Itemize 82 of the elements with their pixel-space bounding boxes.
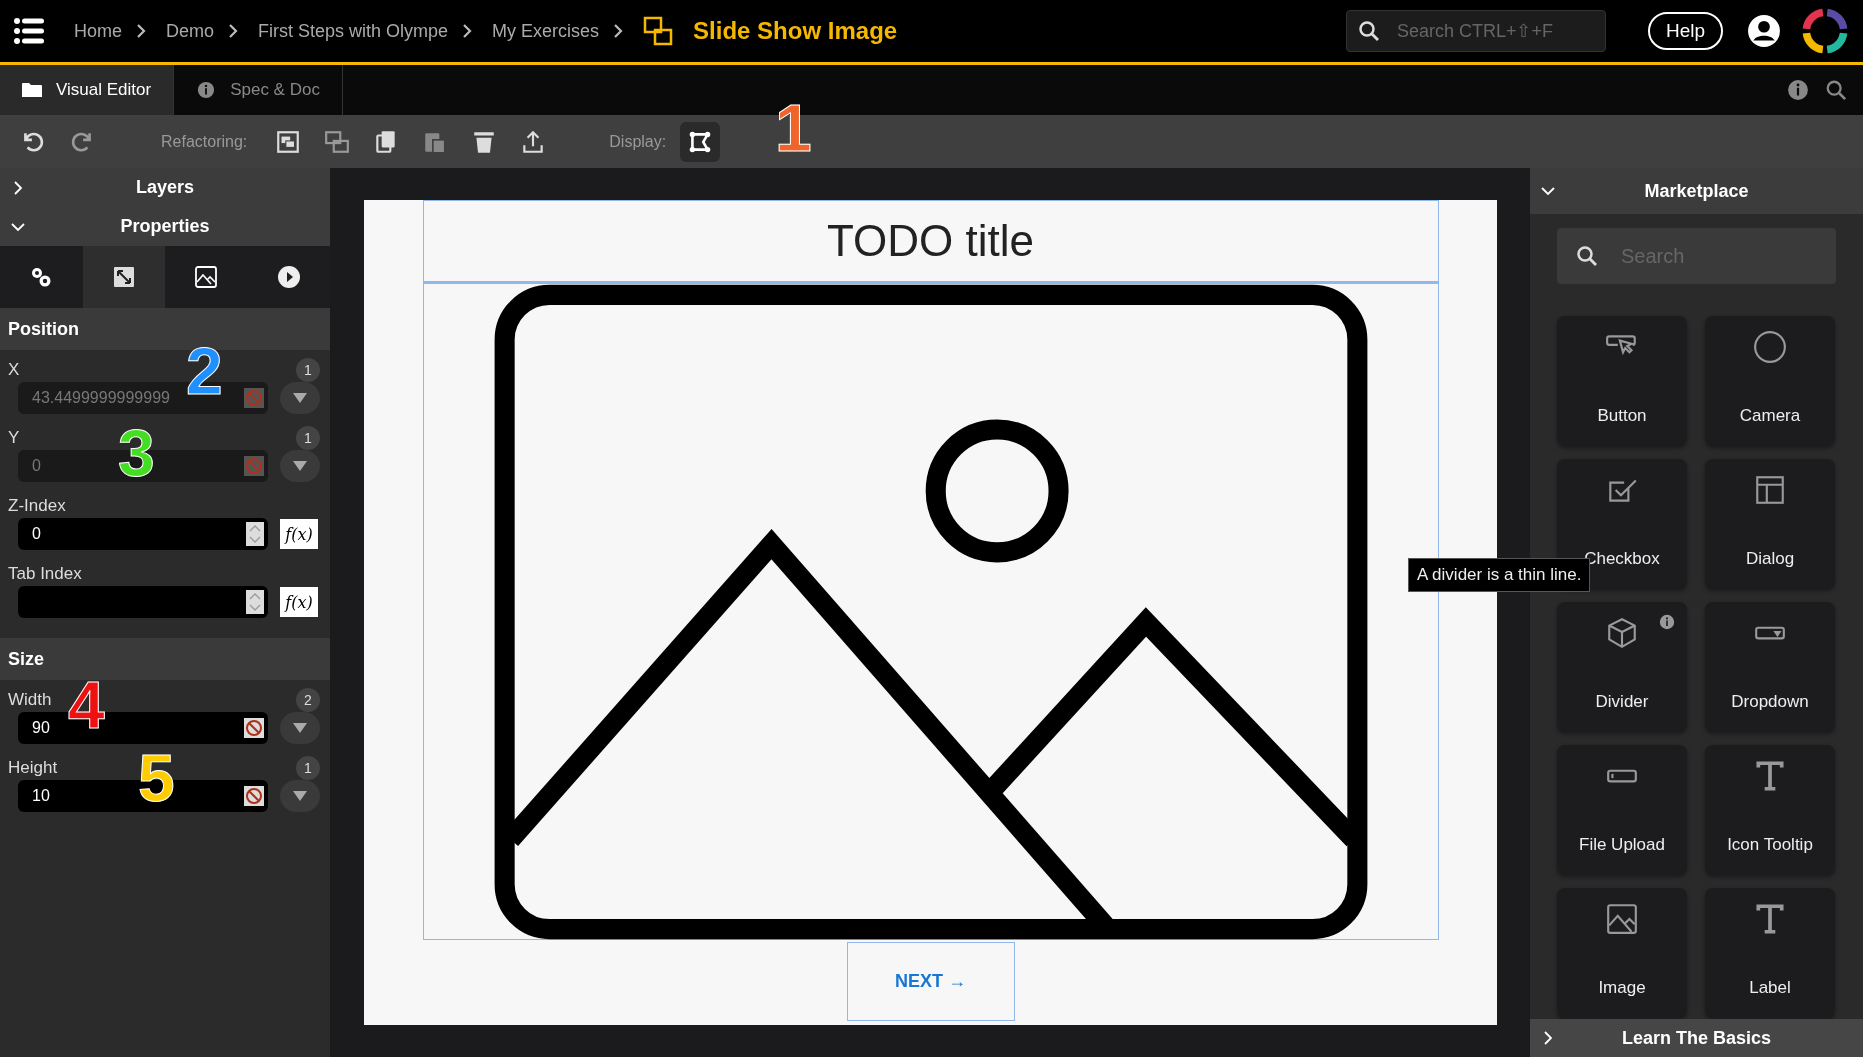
- chevron-right-icon: [462, 23, 473, 39]
- next-button[interactable]: NEXT →: [846, 942, 1015, 1021]
- section-header[interactable]: Properties: [0, 207, 330, 246]
- breadcrumb-link[interactable]: First Steps with Olympe: [258, 20, 449, 42]
- component-card[interactable]: Divider: [1557, 602, 1687, 732]
- letter-t-icon: [1753, 902, 1787, 936]
- field-label: Y: [8, 428, 20, 448]
- overlapping-squares-icon: [643, 16, 674, 46]
- no-entry-icon[interactable]: [244, 786, 264, 806]
- binding-count: 1: [296, 358, 320, 382]
- group-icon[interactable]: [275, 128, 302, 155]
- page-title: Slide Show Image: [693, 17, 898, 45]
- dropdown-button[interactable]: [280, 382, 320, 414]
- ungroup-icon[interactable]: [324, 128, 351, 155]
- tooltip: A divider is a thin line.: [1408, 558, 1591, 592]
- search-field[interactable]: Search CTRL+⇧+F: [1345, 10, 1606, 52]
- toolbar-label: Display:: [609, 132, 667, 151]
- slide-title[interactable]: TODO title: [422, 200, 1439, 282]
- caret-down-icon: [292, 790, 308, 802]
- breadcrumb-link[interactable]: My Exercises: [492, 20, 600, 42]
- resize-icon: [111, 265, 136, 289]
- component-card[interactable]: Dialog: [1705, 459, 1835, 589]
- menu-icon[interactable]: [14, 18, 44, 44]
- field-label: Z-Index: [8, 496, 66, 516]
- logo-icon[interactable]: [1801, 7, 1849, 55]
- dropdown-button[interactable]: [280, 712, 320, 744]
- help-button[interactable]: Help: [1647, 12, 1723, 50]
- search-icon[interactable]: [1825, 79, 1847, 101]
- field-label: X: [8, 360, 20, 380]
- letter-t-icon: [1753, 759, 1787, 793]
- number-field[interactable]: [18, 586, 268, 618]
- chevron-right-icon: [136, 23, 146, 39]
- no-entry-icon[interactable]: [244, 718, 264, 738]
- user-avatar-icon[interactable]: [1747, 14, 1781, 48]
- caret-down-icon: [292, 392, 308, 404]
- binding-count: 1: [296, 426, 320, 450]
- search-input[interactable]: Search CTRL+⇧+F: [1394, 19, 1595, 43]
- editor-tab[interactable]: Visual Editor: [0, 65, 175, 115]
- section-header[interactable]: Marketplace: [1530, 168, 1863, 214]
- folder-icon: [22, 81, 42, 99]
- dialog-icon: [1753, 473, 1787, 507]
- field-label: Tab Index: [8, 564, 82, 584]
- circle-icon: [1753, 330, 1787, 364]
- field-label: Height: [8, 758, 58, 778]
- display-toggle-button[interactable]: [680, 121, 721, 162]
- info-icon: [196, 81, 217, 99]
- formula-button[interactable]: f(x): [280, 587, 318, 617]
- info-icon[interactable]: [1659, 614, 1675, 630]
- formula-button[interactable]: f(x): [280, 519, 318, 549]
- image-icon: [194, 265, 219, 289]
- search-icon: [1356, 19, 1381, 43]
- component-card[interactable]: Image: [1557, 888, 1687, 1018]
- breadcrumb-link[interactable]: Demo: [166, 20, 215, 42]
- binding-count: 1: [296, 756, 320, 780]
- component-card[interactable]: File Upload: [1557, 745, 1687, 875]
- caret-down-icon: [292, 460, 308, 472]
- component-card[interactable]: Icon Tooltip: [1705, 745, 1835, 875]
- chevron-right-icon: [613, 23, 624, 39]
- property-tab[interactable]: [82, 246, 165, 308]
- play-icon: [276, 265, 301, 289]
- number-field[interactable]: 0: [18, 518, 268, 550]
- caret-down-icon: [292, 722, 308, 734]
- component-card[interactable]: Button: [1557, 316, 1687, 446]
- image-placeholder-icon[interactable]: [493, 283, 1368, 940]
- callout-number: 1: [775, 95, 812, 161]
- field-label: Width: [8, 690, 52, 710]
- component-card[interactable]: Camera: [1705, 316, 1835, 446]
- dropdown-button[interactable]: [280, 780, 320, 812]
- cube-icon: [1605, 616, 1639, 650]
- section-header[interactable]: Layers: [0, 168, 330, 207]
- breadcrumb-link[interactable]: Home: [74, 20, 122, 42]
- dropdown-button[interactable]: [280, 450, 320, 482]
- info-icon[interactable]: [1787, 79, 1809, 101]
- binding-count: 2: [296, 688, 320, 712]
- image-icon: [1605, 902, 1639, 936]
- group-header: Size: [0, 638, 330, 680]
- section-header[interactable]: Learn The Basics: [1530, 1019, 1863, 1057]
- component-card[interactable]: Dropdown: [1705, 602, 1835, 732]
- toolbar-label: Refactoring:: [161, 132, 248, 151]
- search-icon: [1575, 244, 1599, 268]
- component-card[interactable]: Label: [1705, 888, 1835, 1018]
- chevron-right-icon: [228, 23, 239, 39]
